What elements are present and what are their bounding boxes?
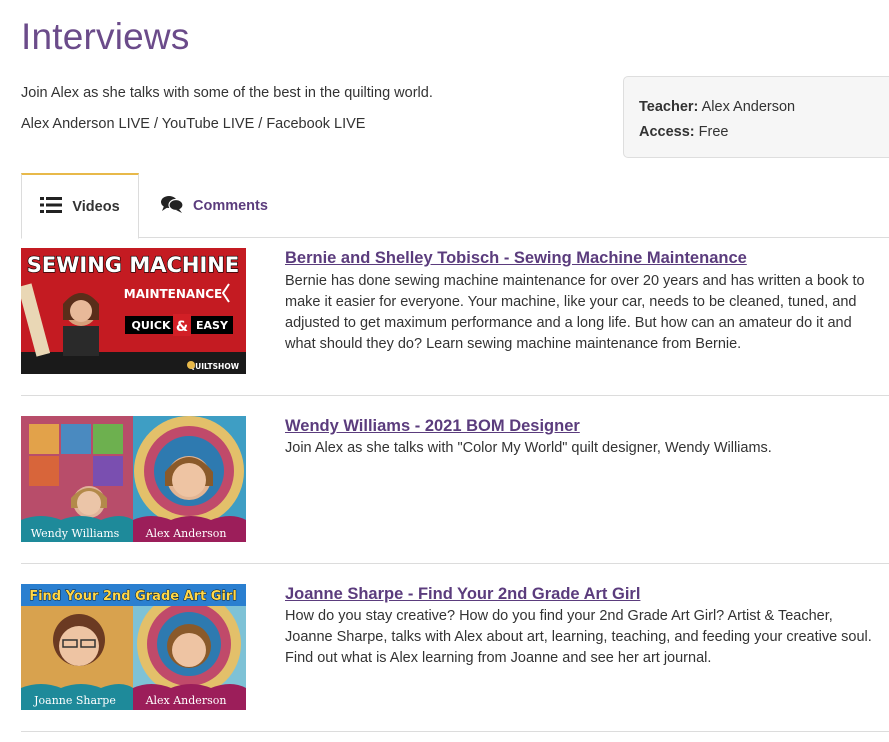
tab-videos[interactable]: Videos — [21, 173, 139, 239]
page-title: Interviews — [21, 16, 190, 57]
list-icon — [40, 196, 63, 217]
teacher-label: Teacher: — [639, 99, 699, 115]
video-thumbnail[interactable]: Wendy Williams Alex Anderson — [21, 416, 246, 542]
teacher-row: Teacher: Alex Anderson — [639, 95, 887, 120]
video-thumbnail[interactable]: SEWING MACHINE MAINTENANCE QUICK & EASY … — [21, 248, 246, 374]
access-row: Access: Free — [639, 120, 887, 145]
thumb-banner: Find Your 2nd Grade Art Girl — [29, 589, 237, 604]
thumb-quick: QUICK — [132, 319, 171, 332]
tab-comments[interactable]: Comments — [161, 173, 268, 238]
video-list-item: SEWING MACHINE MAINTENANCE QUICK & EASY … — [21, 238, 889, 396]
thumb-easy: EASY — [196, 319, 229, 332]
video-description: Join Alex as she talks with "Color My Wo… — [285, 440, 772, 456]
video-title-link[interactable]: Wendy Williams - 2021 BOM Designer — [285, 417, 580, 436]
tab-bar: Videos Comments — [21, 173, 889, 239]
access-value: Free — [698, 124, 729, 140]
tab-comments-label: Comments — [193, 197, 268, 214]
thumb-sub: MAINTENANCE — [124, 287, 223, 301]
video-description: Bernie has done sewing machine maintenan… — [285, 273, 865, 352]
video-title-link[interactable]: Bernie and Shelley Tobisch - Sewing Mach… — [285, 249, 747, 268]
thumb-name-right: Alex Anderson — [145, 694, 227, 707]
video-description: How do you stay creative? How do you fin… — [285, 608, 872, 666]
video-list-item: Find Your 2nd Grade Art Girl Joanne Shar… — [21, 564, 889, 732]
thumb-name-left: Wendy Williams — [31, 527, 120, 540]
thumb-name-left: Joanne Sharpe — [33, 694, 116, 707]
intro-description: Join Alex as she talks with some of the … — [21, 85, 433, 101]
thumb-amp: & — [176, 319, 188, 335]
video-list-item: Wendy Williams Alex Anderson Wendy Willi… — [21, 396, 889, 564]
thumb-logo: QUILTSHOW — [189, 362, 240, 371]
video-title-link[interactable]: Joanne Sharpe - Find Your 2nd Grade Art … — [285, 585, 640, 604]
thumb-headline: SEWING MACHINE — [27, 253, 239, 277]
teacher-value: Alex Anderson — [701, 99, 796, 115]
thumb-name-right: Alex Anderson — [145, 527, 227, 540]
access-label: Access: — [639, 124, 695, 140]
video-thumbnail[interactable]: Find Your 2nd Grade Art Girl Joanne Shar… — [21, 584, 246, 710]
intro-channels: Alex Anderson LIVE / YouTube LIVE / Face… — [21, 116, 366, 132]
course-info-box: Teacher: Alex Anderson Access: Free — [623, 76, 889, 158]
tab-videos-label: Videos — [72, 198, 120, 215]
intro: Join Alex as she talks with some of the … — [21, 78, 433, 140]
comments-icon — [161, 195, 184, 217]
